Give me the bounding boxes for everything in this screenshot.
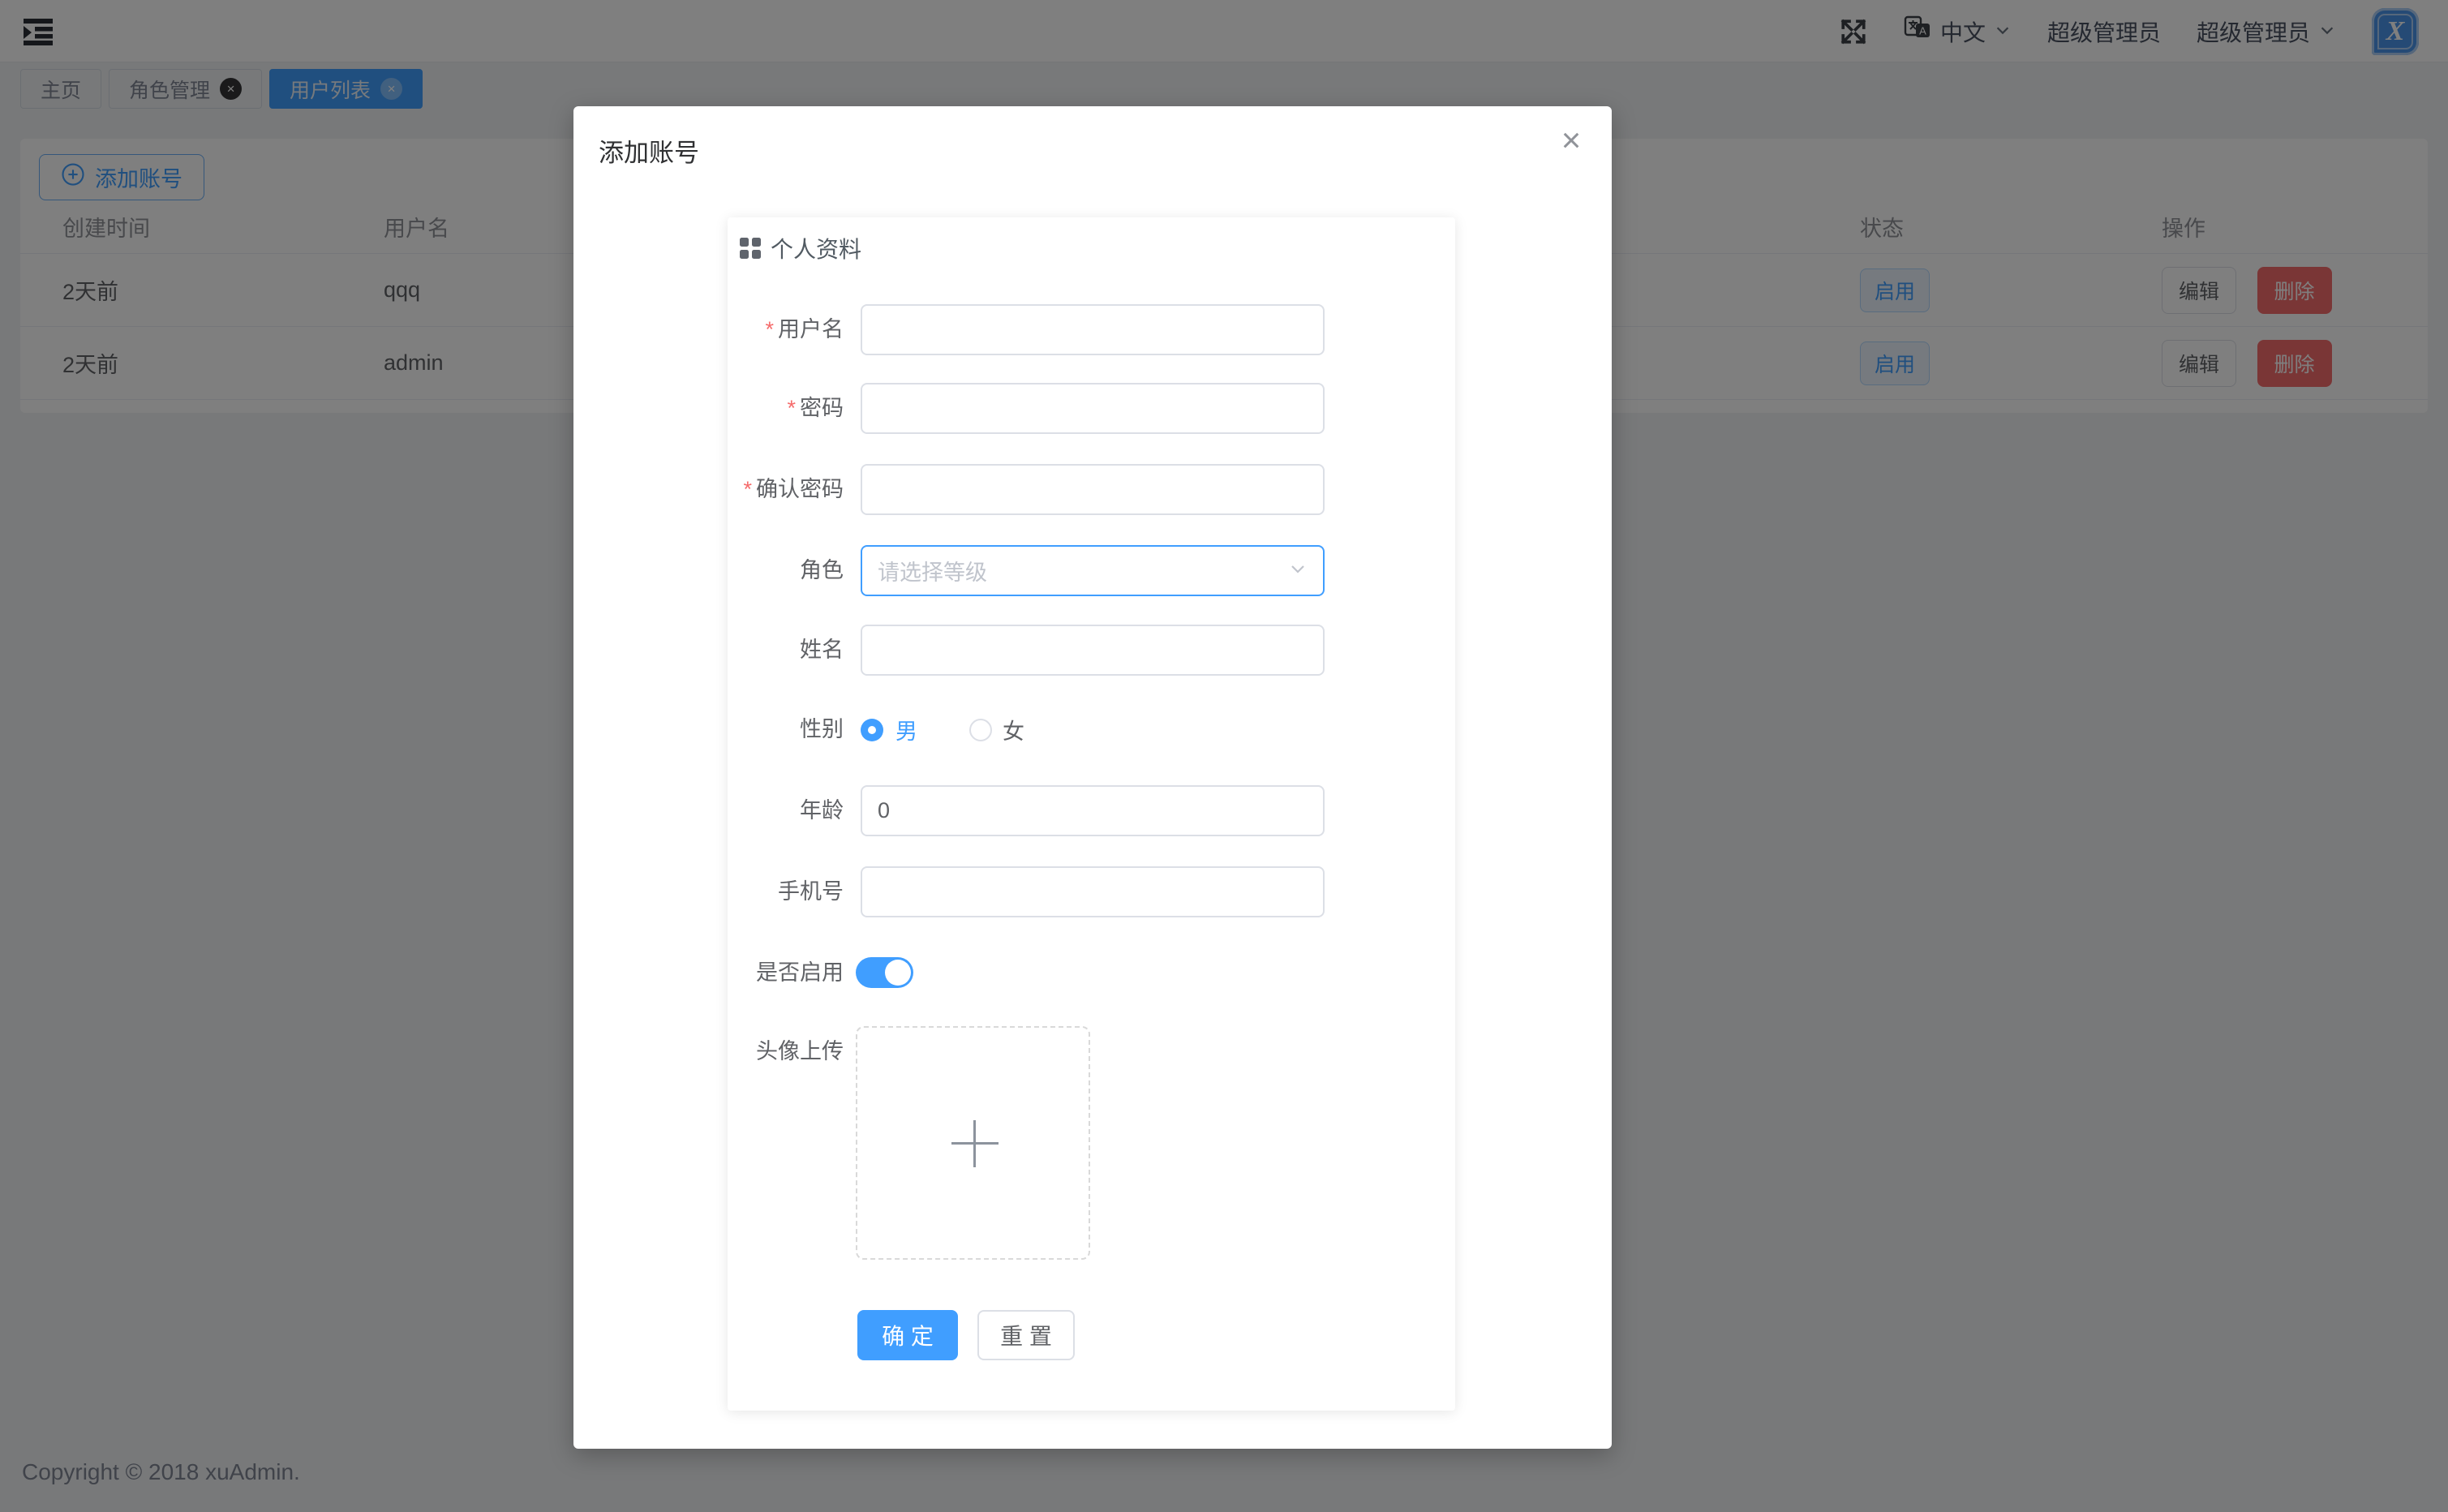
password-label-text: 密码 — [800, 396, 844, 420]
enabled-toggle[interactable] — [856, 957, 913, 988]
radio-male[interactable] — [861, 718, 883, 741]
radio-dot — [868, 725, 876, 734]
submit-button[interactable]: 确 定 — [857, 1310, 958, 1360]
enabled-label: 是否启用 — [756, 960, 844, 985]
password-row: * 密码 — [728, 383, 1455, 434]
panel-header: 个人资料 — [740, 232, 861, 264]
confirm-password-field[interactable] — [861, 464, 1325, 515]
radio-female[interactable] — [969, 718, 992, 741]
avatar-upload-dropzone[interactable] — [856, 1026, 1090, 1260]
name-field[interactable] — [861, 625, 1325, 676]
grid-icon — [740, 238, 761, 259]
form-actions: 确 定 重 置 — [728, 1310, 1455, 1360]
username-field[interactable] — [861, 304, 1325, 355]
username-label: * 用户名 — [728, 304, 844, 355]
female-label[interactable]: 女 — [1003, 714, 1024, 745]
required-mark: * — [743, 477, 752, 501]
name-label: 姓名 — [800, 638, 844, 662]
gender-label: 性别 — [800, 717, 844, 741]
gender-row: 性别 男 女 — [728, 704, 1455, 755]
required-mark: * — [765, 317, 774, 341]
phone-label: 手机号 — [778, 879, 844, 904]
confirm-password-label: * 确认密码 — [728, 464, 844, 515]
username-label-text: 用户名 — [778, 317, 844, 341]
close-icon[interactable]: × — [1552, 121, 1591, 160]
avatar-upload-row: 头像上传 — [728, 1026, 1455, 1260]
phone-field[interactable] — [861, 866, 1325, 917]
enabled-row: 是否启用 — [728, 947, 1455, 999]
dialog-title: 添加账号 — [599, 139, 699, 167]
role-label: 角色 — [800, 558, 844, 582]
username-row: * 用户名 — [728, 304, 1455, 355]
name-row: 姓名 — [728, 625, 1455, 676]
male-label[interactable]: 男 — [895, 714, 917, 745]
age-row: 年龄 — [728, 785, 1455, 836]
role-placeholder: 请选择等级 — [878, 561, 987, 585]
chevron-down-icon — [1288, 559, 1308, 582]
avatar-upload-label: 头像上传 — [756, 1039, 844, 1063]
confirm-password-label-text: 确认密码 — [756, 477, 844, 501]
plus-icon — [973, 1120, 976, 1167]
password-field[interactable] — [861, 383, 1325, 434]
password-label: * 密码 — [728, 383, 844, 434]
profile-panel: 个人资料 * 用户名 * 密码 * 确认密码 角色 请选择等级 姓名 性别 男 … — [728, 217, 1455, 1411]
panel-title: 个人资料 — [771, 237, 862, 262]
reset-button[interactable]: 重 置 — [977, 1310, 1075, 1360]
gender-radio-group: 男 女 — [861, 704, 1024, 755]
phone-row: 手机号 — [728, 866, 1455, 917]
role-row: 角色 请选择等级 — [728, 545, 1455, 596]
role-select[interactable]: 请选择等级 — [861, 545, 1325, 596]
required-mark: * — [787, 396, 796, 420]
confirm-password-row: * 确认密码 — [728, 464, 1455, 515]
add-account-dialog: 添加账号 × 个人资料 * 用户名 * 密码 * 确认密码 角色 请选择等级 姓… — [573, 106, 1612, 1449]
toggle-knob — [885, 960, 911, 986]
age-label: 年龄 — [800, 798, 844, 823]
age-field[interactable] — [861, 785, 1325, 836]
